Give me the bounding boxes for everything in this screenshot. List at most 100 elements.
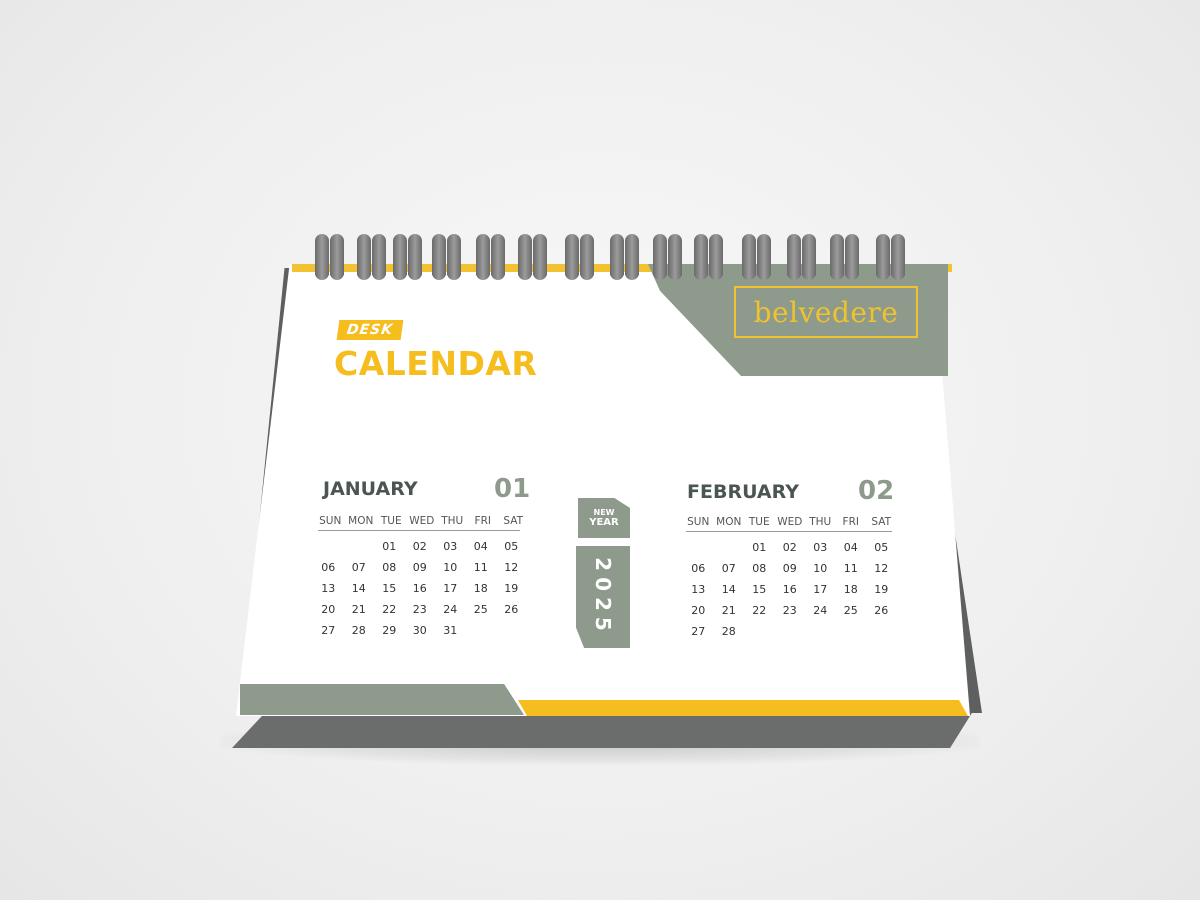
binding-ring <box>625 234 639 280</box>
day-cell: 08 <box>752 562 767 575</box>
day-cell <box>683 541 714 555</box>
desk-label: DESK <box>336 320 404 340</box>
day-cell: 17 <box>443 582 458 595</box>
new-year-tag: NEW YEAR <box>578 498 630 538</box>
year-label: YEAR <box>589 517 619 528</box>
day-cell: 28 <box>721 625 736 638</box>
day-cell: 09 <box>782 562 797 575</box>
day-cell <box>775 625 806 639</box>
day-cell: 13 <box>321 582 336 595</box>
month-number-february: 02 <box>858 476 895 506</box>
day-cell: 09 <box>412 561 427 574</box>
day-cell <box>866 625 897 639</box>
day-cell <box>344 540 375 554</box>
day-cell: 22 <box>382 603 397 616</box>
divider-february <box>686 531 892 532</box>
binding-ring <box>787 234 801 280</box>
day-cell: 24 <box>443 603 458 616</box>
day-cell: 23 <box>782 604 797 617</box>
weekday-fri: FRI <box>474 515 491 527</box>
day-cell: 07 <box>721 562 736 575</box>
binding-ring <box>432 234 446 280</box>
day-cell: 10 <box>813 562 828 575</box>
weekday-tue: TUE <box>748 516 770 528</box>
binding-ring <box>802 234 816 280</box>
weekday-mon: MON <box>716 516 742 528</box>
binding-ring <box>533 234 547 280</box>
day-cell: 17 <box>813 583 828 596</box>
day-cell: 26 <box>874 604 889 617</box>
day-cell: 05 <box>874 541 889 554</box>
binding-ring <box>653 234 667 280</box>
day-cell: 28 <box>351 624 366 637</box>
binding-ring <box>518 234 532 280</box>
binding-ring <box>830 234 844 280</box>
day-cell: 11 <box>843 562 858 575</box>
day-cell <box>714 541 745 555</box>
day-cell: 14 <box>721 583 736 596</box>
weekday-sat: SAT <box>503 515 524 527</box>
day-cell: 12 <box>874 562 889 575</box>
day-grid-february: 01 02 03 04 05 06 07 08 09 10 11 12 13 14 15 16 17 18 19 20… <box>683 541 897 639</box>
day-cell: 20 <box>321 603 336 616</box>
day-cell: 14 <box>351 582 366 595</box>
month-name-january: JANUARY <box>323 478 418 500</box>
day-cell: 16 <box>782 583 797 596</box>
day-cell: 08 <box>382 561 397 574</box>
day-cell: 25 <box>843 604 858 617</box>
day-cell: 27 <box>321 624 336 637</box>
day-cell: 02 <box>412 540 427 553</box>
weekday-sun: SUN <box>687 516 710 528</box>
weekday-header-february: SUN MON TUE WED THU FRI SAT <box>683 516 897 528</box>
day-cell: 02 <box>782 541 797 554</box>
binding-ring <box>330 234 344 280</box>
binding-ring <box>357 234 371 280</box>
binding-ring <box>668 234 682 280</box>
day-cell: 15 <box>382 582 397 595</box>
weekday-sun: SUN <box>319 515 342 527</box>
binding-ring <box>393 234 407 280</box>
weekday-wed: WED <box>777 516 803 528</box>
weekday-sat: SAT <box>871 516 892 528</box>
day-cell: 19 <box>874 583 889 596</box>
day-cell: 03 <box>443 540 458 553</box>
weekday-mon: MON <box>348 515 374 527</box>
divider-january <box>318 530 520 531</box>
day-cell: 04 <box>843 541 858 554</box>
month-name-february: FEBRUARY <box>687 481 799 503</box>
day-cell: 26 <box>504 603 519 616</box>
day-cell: 07 <box>351 561 366 574</box>
day-cell: 13 <box>691 583 706 596</box>
binding-ring <box>742 234 756 280</box>
binding-ring <box>694 234 708 280</box>
day-cell: 04 <box>473 540 488 553</box>
day-cell <box>805 625 836 639</box>
day-cell: 06 <box>691 562 706 575</box>
weekday-tue: TUE <box>380 515 402 527</box>
binding-ring <box>565 234 579 280</box>
binding-ring <box>891 234 905 280</box>
binding-ring <box>372 234 386 280</box>
day-cell <box>496 624 527 638</box>
year-badge: 2025 <box>576 546 630 648</box>
year-text: 2025 <box>591 557 615 637</box>
day-cell <box>744 625 775 639</box>
day-cell: 21 <box>351 603 366 616</box>
day-cell <box>466 624 497 638</box>
day-cell: 29 <box>382 624 397 637</box>
day-cell: 19 <box>504 582 519 595</box>
day-cell: 10 <box>443 561 458 574</box>
day-cell: 22 <box>752 604 767 617</box>
binding-ring <box>491 234 505 280</box>
day-cell: 12 <box>504 561 519 574</box>
binding-ring <box>447 234 461 280</box>
weekday-wed: WED <box>409 515 435 527</box>
binding-ring <box>845 234 859 280</box>
day-cell: 15 <box>752 583 767 596</box>
day-cell <box>313 540 344 554</box>
day-cell: 05 <box>504 540 519 553</box>
month-number-january: 01 <box>494 474 531 504</box>
calendar-title: CALENDAR <box>334 344 538 383</box>
day-cell: 06 <box>321 561 336 574</box>
brand-logo: belvedere <box>734 286 918 338</box>
